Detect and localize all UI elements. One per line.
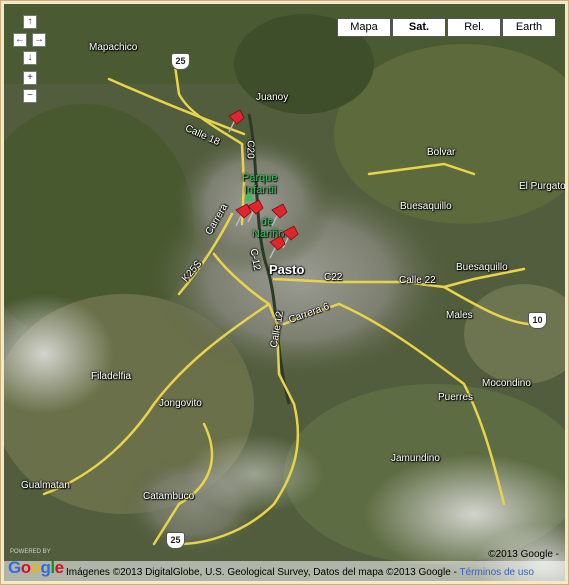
route-shield-25-south: 25 — [166, 532, 185, 549]
route-shield-25-north: 25 — [171, 53, 190, 70]
imagery-credit-text: Imágenes ©2013 DigitalGlobe, U.S. Geolog… — [66, 567, 457, 578]
pan-left-button[interactable]: ← — [13, 33, 27, 47]
map-type-mapa[interactable]: Mapa — [337, 18, 391, 37]
copyright-label: ©2013 Google - — [488, 549, 559, 560]
map-type-sat[interactable]: Sat. — [392, 18, 446, 37]
place-label-filadelfia: Filadelfia — [91, 371, 132, 382]
place-label-mapachico: Mapachico — [89, 42, 138, 53]
terms-of-use-link[interactable]: Términos de uso — [459, 567, 533, 578]
powered-by-label: POWERED BY — [10, 549, 51, 555]
place-label-males: Males — [446, 310, 473, 321]
place-label-juanoy: Juanoy — [256, 92, 289, 103]
map-pin-icon[interactable] — [242, 196, 264, 226]
street-label-c22: C22 — [324, 272, 343, 283]
place-label-buesaquillo-east: Buesaquillo — [456, 262, 508, 273]
place-label-puerres: Puerres — [438, 392, 474, 403]
pan-right-button[interactable]: → — [32, 33, 46, 47]
map-pin-icon[interactable] — [264, 232, 286, 262]
google-logo[interactable]: Google — [8, 558, 64, 578]
place-label-pasto: Pasto — [269, 262, 305, 277]
place-label-jamundino: Jamundino — [391, 453, 440, 464]
pan-down-button[interactable]: ↓ — [23, 51, 37, 65]
satellite-imagery — [4, 4, 565, 581]
place-label-mocondino: Mocondino — [482, 378, 531, 389]
route-shield-10: 10 — [528, 312, 547, 329]
map-pin-icon[interactable] — [223, 106, 245, 136]
map-frame: Mapachico Juanoy Bolvar El Purgato Buesa… — [0, 0, 569, 585]
place-label-buesaquillo-north: Buesaquillo — [400, 201, 452, 212]
map-type-earth[interactable]: Earth — [502, 18, 556, 37]
place-label-el-purgato: El Purgato — [519, 181, 565, 192]
satellite-map[interactable]: Mapachico Juanoy Bolvar El Purgato Buesa… — [4, 4, 565, 581]
poi-label-parque: Parque — [242, 172, 278, 184]
imagery-attribution: Imágenes ©2013 DigitalGlobe, U.S. Geolog… — [66, 567, 534, 578]
map-type-selector: Mapa Sat. Rel. Earth — [337, 18, 557, 37]
map-type-rel[interactable]: Rel. — [447, 18, 501, 37]
street-label-c20: C20 — [244, 140, 256, 159]
zoom-out-button[interactable]: − — [23, 89, 37, 103]
place-label-jongovito: Jongovito — [159, 398, 202, 409]
place-label-bolvar: Bolvar — [427, 147, 456, 158]
street-label-calle-22: Calle 22 — [399, 275, 436, 286]
place-label-catambuco: Catambuco — [143, 491, 195, 502]
place-label-gualmatan: Gualmatan — [21, 480, 70, 491]
zoom-in-button[interactable]: + — [23, 71, 37, 85]
pan-up-button[interactable]: ↑ — [23, 15, 37, 29]
